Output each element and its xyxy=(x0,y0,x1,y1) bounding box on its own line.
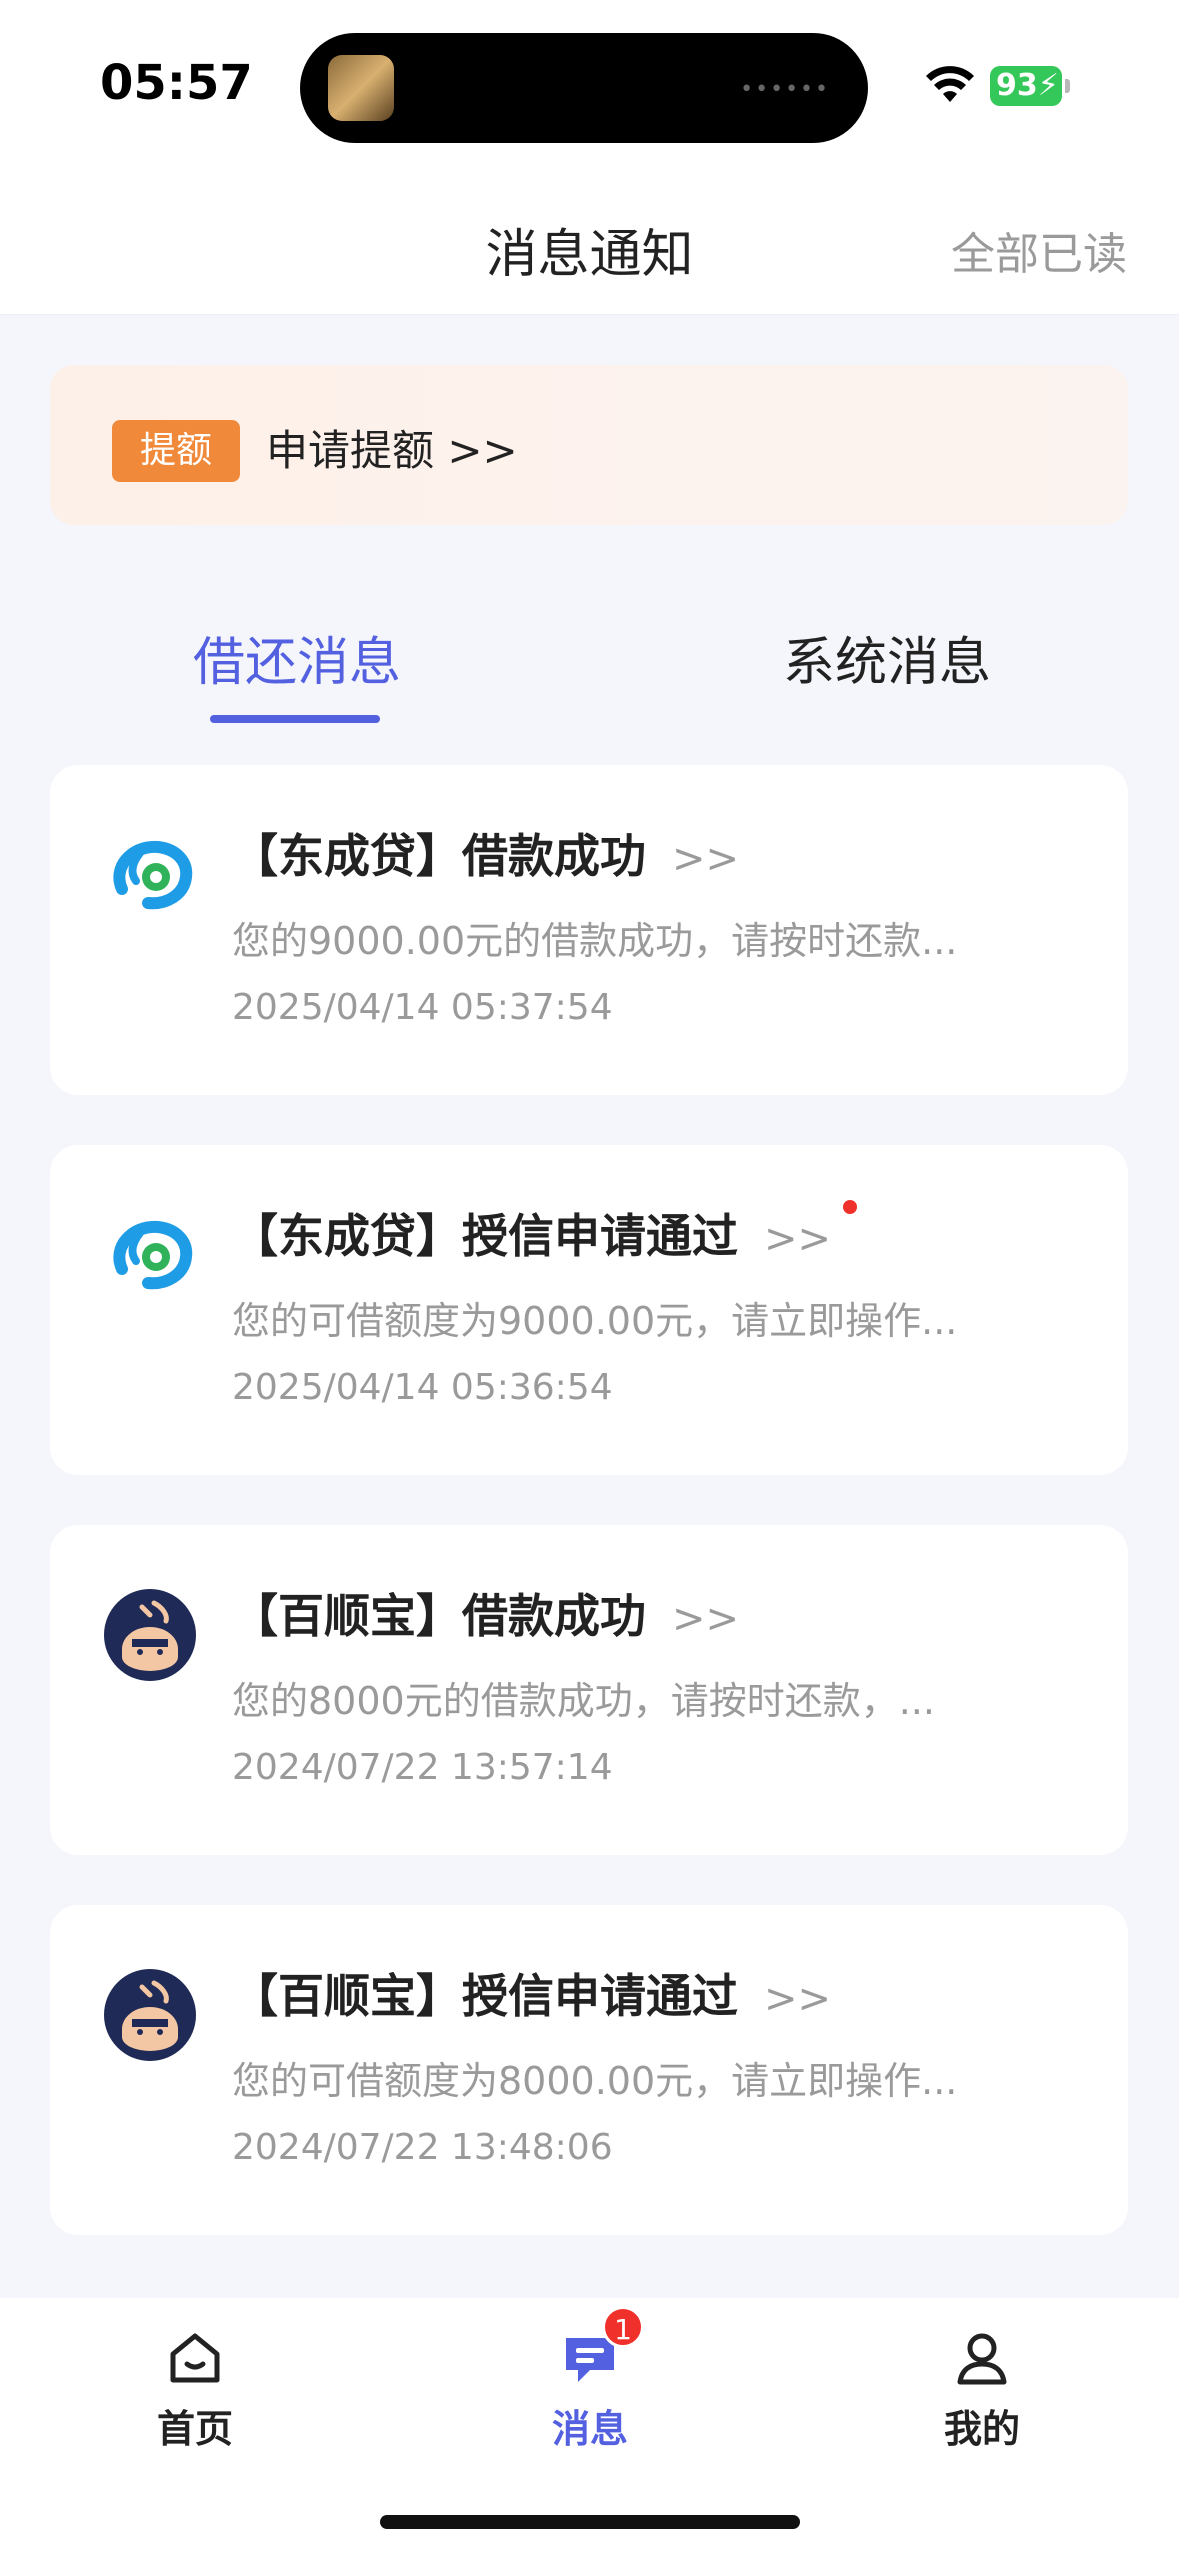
nav-profile-label: 我的 xyxy=(943,2407,1020,2451)
nav-home-label: 首页 xyxy=(156,2407,233,2451)
baishunbao-logo-icon xyxy=(104,1969,196,2061)
dynamic-island: •••••• xyxy=(300,33,868,143)
profile-icon xyxy=(957,2333,1007,2385)
dongchengdai-logo-icon xyxy=(113,840,193,910)
unread-count-badge: 1 xyxy=(602,2306,644,2348)
message-title: 【百顺宝】借款成功 >> xyxy=(232,1580,739,1646)
message-title: 【东成贷】借款成功 >> xyxy=(232,820,739,886)
message-title-text: 【东成贷】借款成功 xyxy=(232,829,646,883)
tab-loan-messages[interactable]: 借还消息 xyxy=(193,620,401,695)
unread-dot-icon xyxy=(843,1200,858,1214)
message-card[interactable]: 【东成贷】借款成功 >> 您的9000.00元的借款成功，请按时还款... 202… xyxy=(50,765,1128,1095)
mark-all-read-button[interactable]: 全部已读 xyxy=(951,218,1127,282)
message-card[interactable]: 【百顺宝】授信申请通过 >> 您的可借额度为8000.00元，请立即操作... 2… xyxy=(50,1905,1128,2235)
dongchengdai-logo-icon xyxy=(113,1220,193,1290)
message-time: 2024/07/22 13:48:06 xyxy=(232,2127,613,2168)
credit-increase-banner[interactable]: 提额 申请提额 >> xyxy=(50,365,1128,525)
home-indicator[interactable] xyxy=(380,2515,800,2529)
message-title-text: 【百顺宝】授信申请通过 xyxy=(232,1969,738,2023)
nav-home[interactable]: 首页 xyxy=(95,2328,295,2453)
promo-text: 申请提额 >> xyxy=(266,426,518,475)
message-icon-wrap: 1 xyxy=(560,2306,644,2388)
message-arrow: >> xyxy=(672,1596,740,1642)
tab-system-messages[interactable]: 系统消息 xyxy=(783,620,991,695)
message-title-text: 【东成贷】授信申请通过 xyxy=(232,1209,738,1263)
header: 消息通知 全部已读 xyxy=(0,170,1179,315)
active-tab-indicator xyxy=(210,715,380,723)
message-time: 2024/07/22 13:57:14 xyxy=(232,1747,613,1788)
message-time: 2025/04/14 05:37:54 xyxy=(232,987,613,1028)
message-title: 【百顺宝】授信申请通过 >> xyxy=(232,1960,831,2026)
message-arrow: >> xyxy=(764,1216,832,1262)
home-icon xyxy=(170,2333,220,2383)
battery-charging-icon: 93⚡ xyxy=(990,66,1070,106)
message-description: 您的可借额度为8000.00元，请立即操作... xyxy=(232,2059,958,2103)
status-bar: 05:57 •••••• 93⚡ xyxy=(0,0,1179,170)
wifi-icon xyxy=(926,66,974,102)
now-playing-thumbnail xyxy=(328,55,394,121)
promo-badge: 提额 xyxy=(112,420,240,482)
message-description: 您的8000元的借款成功，请按时还款，... xyxy=(232,1679,935,1723)
status-time: 05:57 xyxy=(100,55,253,111)
nav-profile[interactable]: 我的 xyxy=(882,2328,1082,2453)
message-card[interactable]: 【东成贷】授信申请通过 >> 您的可借额度为9000.00元，请立即操作... 2… xyxy=(50,1145,1128,1475)
nav-messages[interactable]: 1 消息 xyxy=(490,2306,690,2453)
message-title-text: 【百顺宝】借款成功 xyxy=(232,1589,646,1643)
island-dots-icon: •••••• xyxy=(740,77,830,102)
message-card[interactable]: 【百顺宝】借款成功 >> 您的8000元的借款成功，请按时还款，... 2024/… xyxy=(50,1525,1128,1855)
battery-level: 93 xyxy=(996,68,1038,103)
nav-messages-label: 消息 xyxy=(551,2407,628,2451)
baishunbao-logo-icon xyxy=(104,1589,196,1681)
message-arrow: >> xyxy=(672,836,740,882)
message-description: 您的9000.00元的借款成功，请按时还款... xyxy=(232,919,958,963)
message-arrow: >> xyxy=(764,1976,832,2022)
message-title: 【东成贷】授信申请通过 >> xyxy=(232,1200,858,1266)
message-description: 您的可借额度为9000.00元，请立即操作... xyxy=(232,1299,958,1343)
message-time: 2025/04/14 05:36:54 xyxy=(232,1367,613,1408)
